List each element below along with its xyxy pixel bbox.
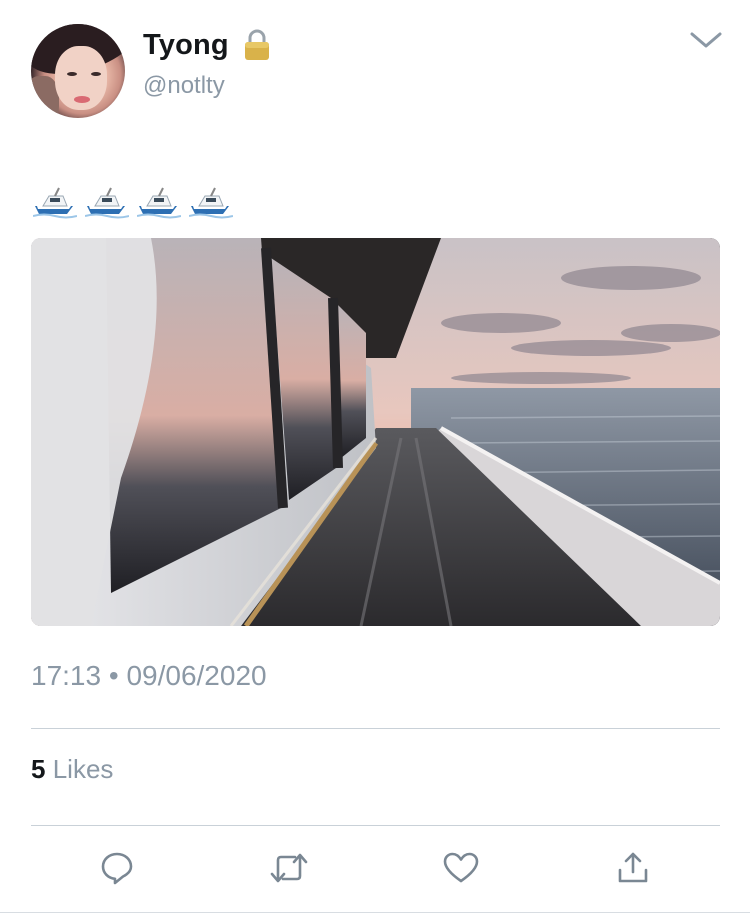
avatar-eye bbox=[91, 72, 101, 76]
more-options-button[interactable] bbox=[688, 26, 724, 54]
avatar-eye bbox=[67, 72, 77, 76]
likes-label: Likes bbox=[52, 754, 114, 784]
retweet-icon bbox=[270, 853, 308, 883]
like-button[interactable] bbox=[441, 848, 481, 888]
display-name-row[interactable]: Tyong bbox=[143, 28, 271, 62]
like-icon bbox=[443, 852, 479, 883]
divider bbox=[31, 728, 720, 729]
likes-stat[interactable]: 5 Likes bbox=[31, 754, 113, 785]
display-name[interactable]: Tyong bbox=[143, 29, 229, 62]
reply-button[interactable] bbox=[97, 848, 137, 888]
speedboat-icon bbox=[32, 180, 78, 220]
share-button[interactable] bbox=[613, 848, 653, 888]
divider bbox=[31, 825, 720, 826]
tweet-date: 09/06/2020 bbox=[126, 660, 267, 691]
photo-boat-deck-sunset bbox=[31, 238, 720, 626]
tweet-timestamp[interactable]: 17:13 • 09/06/2020 bbox=[31, 660, 267, 692]
speedboat-icon bbox=[84, 180, 130, 220]
speedboat-icon bbox=[136, 180, 182, 220]
bottom-border bbox=[0, 912, 750, 913]
tweet-photo[interactable] bbox=[31, 238, 720, 626]
tweet-time: 17:13 bbox=[31, 660, 102, 691]
timestamp-separator: • bbox=[108, 660, 119, 691]
reply-icon bbox=[101, 852, 133, 885]
username[interactable]: @notlty bbox=[143, 72, 225, 100]
share-icon bbox=[618, 852, 648, 883]
speedboat-icon bbox=[188, 180, 234, 220]
likes-count: 5 bbox=[31, 754, 46, 784]
retweet-button[interactable] bbox=[269, 848, 309, 888]
avatar-lips bbox=[74, 96, 90, 103]
chevron-down-icon bbox=[690, 32, 722, 48]
tweet-text bbox=[32, 180, 234, 220]
avatar[interactable] bbox=[31, 24, 125, 118]
lock-icon bbox=[243, 28, 271, 62]
